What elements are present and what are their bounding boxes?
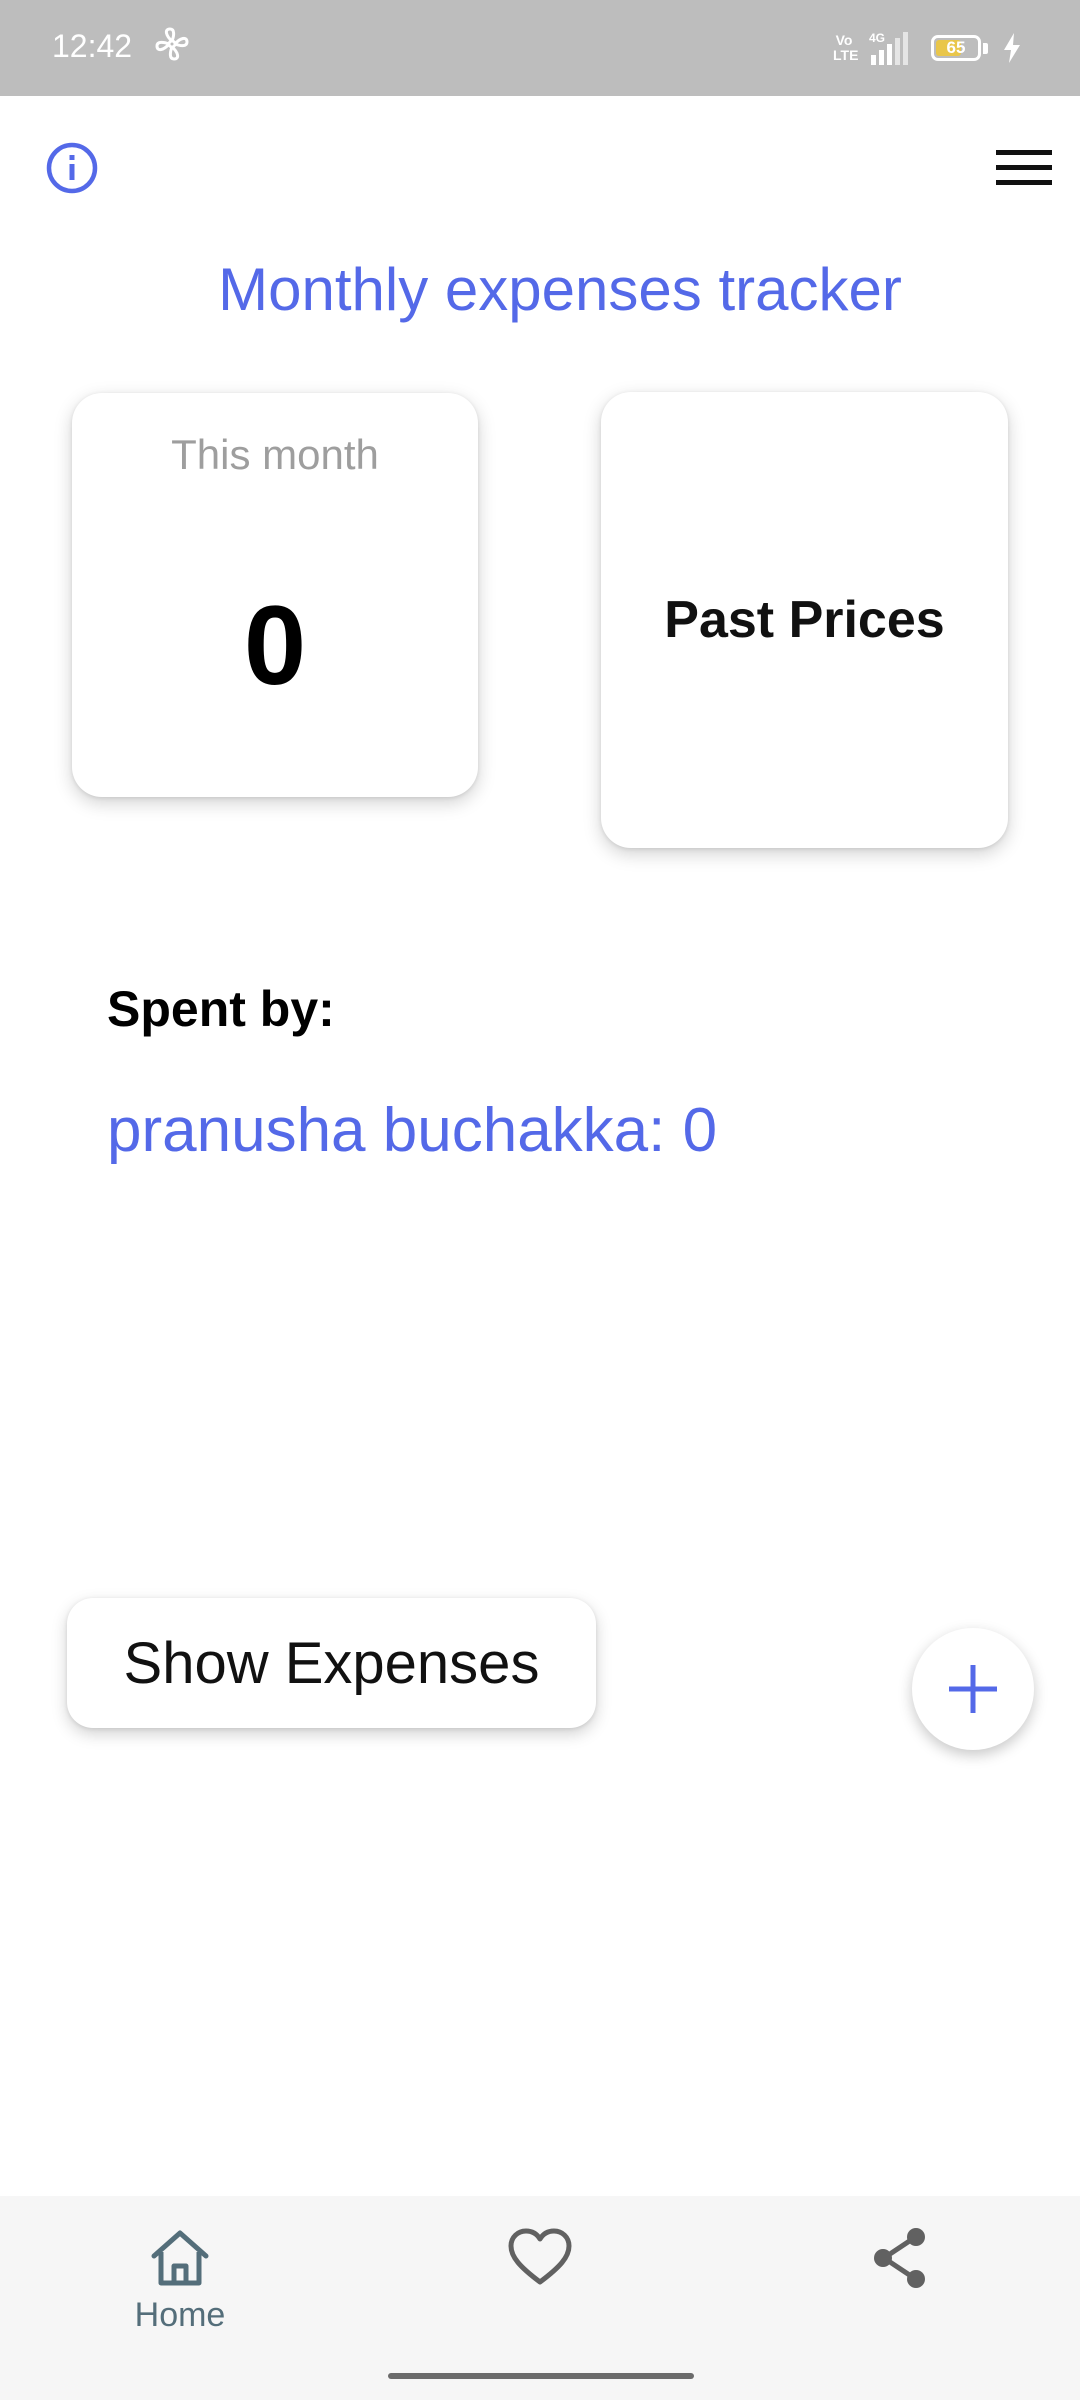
bottom-nav: Home <box>0 2196 1080 2400</box>
nav-home-label: Home <box>134 2296 226 2334</box>
this-month-card: This month 0 <box>72 393 478 797</box>
nav-item-share[interactable] <box>800 2224 1000 2292</box>
fan-icon <box>155 27 189 61</box>
charging-icon <box>1004 33 1020 63</box>
past-prices-label: Past Prices <box>664 591 945 649</box>
battery-level-text: 65 <box>946 38 966 57</box>
share-icon <box>874 2228 925 2288</box>
signal-icon: 4G <box>869 31 908 65</box>
past-prices-card[interactable]: Past Prices <box>601 392 1008 848</box>
spent-by-label: Spent by: <box>107 981 335 1037</box>
plus-icon <box>949 1665 997 1713</box>
this-month-value: 0 <box>243 583 307 708</box>
add-expense-button[interactable] <box>912 1628 1034 1750</box>
hamburger-menu-icon[interactable] <box>992 142 1056 194</box>
status-time: 12:42 <box>52 28 133 64</box>
this-month-label: This month <box>171 431 379 478</box>
nav-item-home[interactable]: Home <box>80 2224 280 2335</box>
nav-item-favorites[interactable] <box>440 2224 640 2292</box>
show-expenses-button[interactable]: Show Expenses <box>67 1598 596 1728</box>
home-icon <box>151 2230 209 2286</box>
network-type-label: 4G <box>869 31 885 45</box>
spent-entry: pranusha buchakka: 0 <box>107 1096 718 1165</box>
home-gesture-indicator[interactable] <box>388 2373 694 2379</box>
status-icons: Vo LTE 4G 65 <box>833 26 1022 70</box>
status-bar: 12:42 Vo LTE 4G 65 <box>0 0 1080 96</box>
battery-nub <box>983 42 988 54</box>
battery-icon: 65 <box>931 35 981 61</box>
volte-indicator: Vo LTE <box>833 32 859 63</box>
page-title: Monthly expenses tracker <box>218 256 902 323</box>
info-icon[interactable] <box>44 140 100 196</box>
heart-icon <box>508 2228 572 2285</box>
